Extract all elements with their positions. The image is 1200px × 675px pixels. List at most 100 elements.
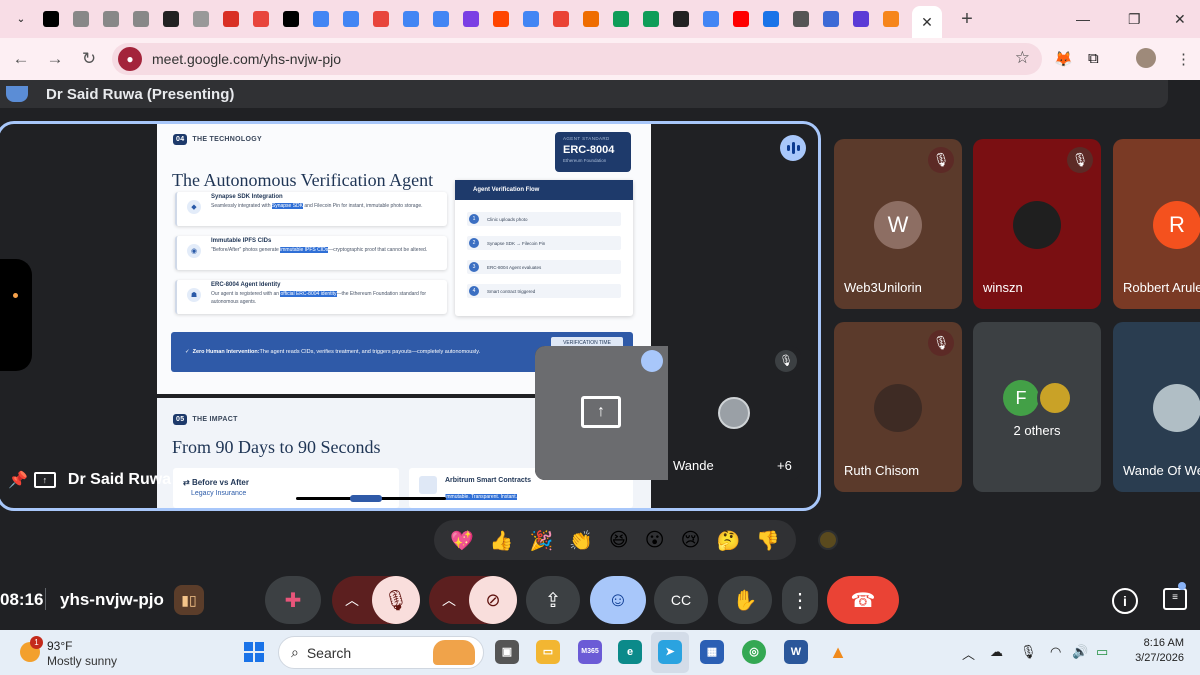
profile-avatar[interactable] [1136, 48, 1156, 68]
window-close-icon[interactable]: ✕ [1174, 0, 1186, 38]
emoji-button[interactable]: ☺ [590, 576, 646, 624]
self-view-panel[interactable]: ↑ 🎙 Wande +6 [535, 346, 801, 480]
participant-tile[interactable]: Wande Of We [1113, 322, 1200, 492]
reaction-emoji[interactable]: 💖 [450, 529, 474, 552]
doc-icon[interactable] [516, 4, 546, 34]
active-tab-close[interactable]: ✕ [912, 6, 942, 38]
google-icon[interactable] [696, 4, 726, 34]
word-icon[interactable]: W [784, 640, 808, 664]
captions-button[interactable]: CC [654, 576, 708, 624]
cloud-icon[interactable] [816, 4, 846, 34]
forward-icon[interactable]: → [38, 49, 72, 69]
file-explorer-icon[interactable]: ▭ [536, 640, 560, 664]
raise-hand-button[interactable]: ✋ [718, 576, 772, 624]
telegram-icon[interactable]: ➤ [658, 640, 682, 664]
link-icon[interactable] [186, 4, 216, 34]
shield-icon[interactable] [456, 4, 486, 34]
extensions-puzzle-icon[interactable]: ⧉ [1088, 50, 1099, 67]
reaction-emoji[interactable]: 🤔 [716, 529, 740, 552]
scrubber-thumb[interactable] [350, 495, 382, 502]
camera-toggle-button[interactable]: ⊘ [469, 576, 517, 624]
system-clock[interactable]: 8:16 AM 3/27/2026 [1128, 636, 1184, 666]
volume-icon[interactable]: 🔊 [1072, 644, 1088, 660]
reaction-emoji[interactable]: 👎 [756, 529, 780, 552]
square-icon[interactable] [276, 4, 306, 34]
chrome-icon[interactable]: ◎ [742, 640, 766, 664]
chat-icon[interactable]: ≡ [1163, 588, 1187, 610]
reaction-emoji[interactable]: 😢 [681, 529, 701, 551]
doc-icon[interactable] [306, 4, 336, 34]
building-icon[interactable] [756, 4, 786, 34]
wifi-icon[interactable]: ◠ [1050, 644, 1061, 660]
participant-tile[interactable]: 🎙 winszn [973, 139, 1101, 309]
participant-tile[interactable]: R Robbert Arule [1113, 139, 1200, 309]
fox-icon[interactable] [876, 4, 906, 34]
restore-icon[interactable]: ❐ [1128, 0, 1141, 38]
a-icon[interactable] [216, 4, 246, 34]
leave-call-button[interactable]: ☎ [827, 576, 899, 624]
youtube-icon[interactable] [726, 4, 756, 34]
asterisk-icon[interactable] [126, 4, 156, 34]
x-logo-icon[interactable] [36, 4, 66, 34]
participant-tile[interactable]: 🎙 Ruth Chisom [834, 322, 962, 492]
meeting-info-icon[interactable]: i [1112, 588, 1138, 614]
star-icon[interactable] [846, 4, 876, 34]
slide-scrubber[interactable] [296, 495, 446, 502]
apps-button[interactable]: ✚ [265, 576, 321, 624]
skin-tone-picker[interactable] [818, 530, 838, 550]
vlc-icon[interactable]: ▲ [826, 640, 850, 664]
reaction-emoji[interactable]: 👏 [569, 529, 593, 552]
tube-icon[interactable] [246, 4, 276, 34]
doc-icon[interactable] [336, 4, 366, 34]
plus-icon[interactable] [636, 4, 666, 34]
plus-icon[interactable] [606, 4, 636, 34]
globe-icon[interactable] [786, 4, 816, 34]
gmail-icon[interactable] [546, 4, 576, 34]
reaction-emoji[interactable]: 👍 [490, 529, 514, 552]
pin-icon[interactable]: 📌 [8, 470, 28, 490]
store-icon[interactable]: ▦ [700, 640, 724, 664]
present-button[interactable]: ⇪ [526, 576, 580, 624]
minimize-icon[interactable]: — [1076, 0, 1090, 38]
url-omnibox[interactable]: ● meet.google.com/yhs-nvjw-pjo ☆ [112, 43, 1042, 75]
side-panel-handle[interactable] [0, 259, 32, 371]
onedrive-icon[interactable]: ☁ [990, 644, 1003, 660]
host-controls-icon[interactable]: ▮▯ [174, 585, 204, 615]
task-view-icon[interactable]: ▣ [495, 640, 519, 664]
bookmark-star-icon[interactable]: ☆ [1015, 48, 1030, 68]
battery-icon[interactable]: ▭ [1096, 644, 1108, 660]
news-icon[interactable] [666, 4, 696, 34]
reaction-emoji[interactable]: 😮 [645, 529, 665, 551]
tn-icon[interactable] [156, 4, 186, 34]
m365-icon[interactable]: M365 [578, 640, 602, 664]
new-tab-button[interactable]: + [952, 8, 982, 31]
url-text[interactable]: meet.google.com/yhs-nvjw-pjo [152, 51, 341, 67]
more-participants-count[interactable]: +6 [777, 458, 792, 473]
microphone-tray-icon[interactable]: 🎙 [1020, 644, 1037, 660]
more-options-button[interactable]: ⋮ [782, 576, 818, 624]
edge-icon[interactable]: e [618, 640, 642, 664]
globe-icon[interactable] [66, 4, 96, 34]
doc-icon[interactable] [396, 4, 426, 34]
reaction-emoji[interactable]: 😆 [609, 529, 629, 551]
mic-toggle-button[interactable]: 🎙 [372, 576, 420, 624]
chart-icon[interactable] [576, 4, 606, 34]
back-icon[interactable]: ← [4, 49, 38, 69]
windows-start-icon[interactable] [244, 642, 264, 662]
chevron-down-icon[interactable]: ⌄ [6, 4, 36, 34]
reddit-icon[interactable] [486, 4, 516, 34]
camera-options-chevron-icon[interactable]: ︿ [429, 590, 469, 610]
metamask-extension-icon[interactable]: 🦊 [1054, 50, 1073, 68]
participant-tile[interactable]: 🎙 W Web3Unilorin [834, 139, 962, 309]
taskbar-search[interactable]: ⌕ Search [278, 636, 484, 669]
globe-icon[interactable] [96, 4, 126, 34]
mic-options-chevron-icon[interactable]: ︿ [332, 590, 372, 610]
reaction-emoji[interactable]: 🎉 [529, 529, 553, 552]
reload-icon[interactable]: ↻ [72, 49, 106, 69]
participant-tile-others[interactable]: F 2 others [973, 322, 1101, 492]
mic-recording-icon[interactable]: ● [118, 47, 142, 71]
tube-icon[interactable] [366, 4, 396, 34]
tray-chevron-icon[interactable]: ︿ [962, 644, 975, 663]
doc-icon[interactable] [426, 4, 456, 34]
browser-menu-icon[interactable]: ⋮ [1176, 50, 1191, 68]
